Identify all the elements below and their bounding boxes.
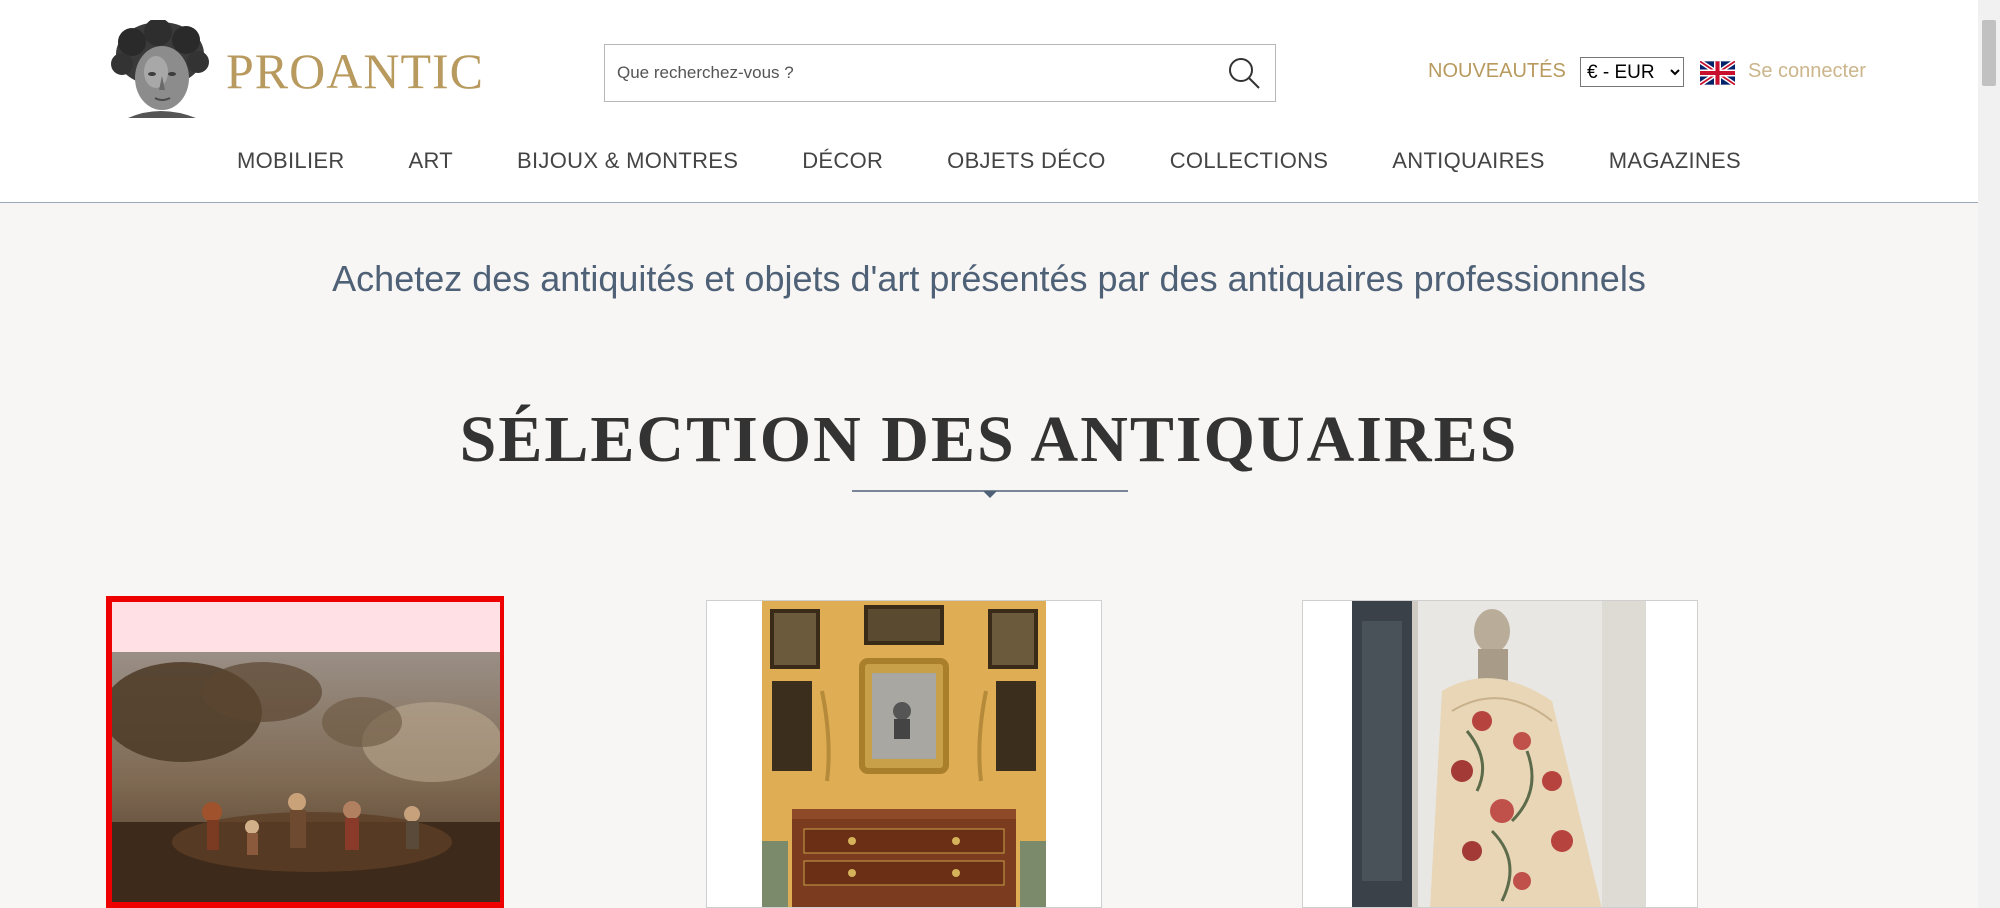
- nav-item-magazines[interactable]: MAGAZINES: [1609, 148, 1741, 174]
- search-button[interactable]: [1225, 55, 1263, 93]
- product-card-commode[interactable]: [706, 600, 1102, 908]
- nav-item-bijoux-montres[interactable]: BIJOUX & MONTRES: [517, 148, 738, 174]
- uk-flag-icon[interactable]: [1700, 61, 1735, 85]
- login-link[interactable]: Se connecter: [1748, 60, 1866, 83]
- painting-image: [112, 652, 500, 902]
- nav-item-antiquaires[interactable]: ANTIQUAIRES: [1392, 148, 1544, 174]
- currency-select[interactable]: € - EUR: [1580, 57, 1684, 87]
- bust-logo-icon: [111, 20, 209, 118]
- search-icon: [1229, 58, 1260, 89]
- textile-image: [1352, 601, 1646, 907]
- commode-image: [762, 601, 1046, 907]
- title-divider: [852, 490, 1128, 498]
- search-bar: [604, 44, 1276, 102]
- nav-item-mobilier[interactable]: MOBILIER: [237, 148, 345, 174]
- nav-item-decor[interactable]: DÉCOR: [802, 148, 883, 174]
- tagline: Achetez des antiquités et objets d'art p…: [332, 258, 1646, 299]
- nav-item-art[interactable]: ART: [409, 148, 454, 174]
- section-title: SÉLECTION DES ANTIQUAIRES: [459, 403, 1519, 476]
- product-card-textile[interactable]: [1302, 600, 1698, 908]
- scrollbar-thumb[interactable]: [1982, 20, 1996, 86]
- logo[interactable]: PROANTIC: [110, 20, 484, 122]
- hover-overlay: [112, 602, 500, 652]
- nav-item-objets-deco[interactable]: OBJETS DÉCO: [947, 148, 1106, 174]
- site-header: PROANTIC NOUVEAUTÉS € - EUR Se connecter…: [0, 0, 1978, 203]
- nav-item-collections[interactable]: COLLECTIONS: [1170, 148, 1329, 174]
- search-input[interactable]: [605, 45, 1205, 101]
- product-card-painting[interactable]: [106, 596, 504, 908]
- page-scrollbar[interactable]: [1978, 0, 2000, 908]
- main-nav: MOBILIER ART BIJOUX & MONTRES DÉCOR OBJE…: [0, 148, 1978, 174]
- new-arrivals-link[interactable]: NOUVEAUTÉS: [1428, 60, 1566, 83]
- brand-name: PROANTIC: [226, 43, 485, 99]
